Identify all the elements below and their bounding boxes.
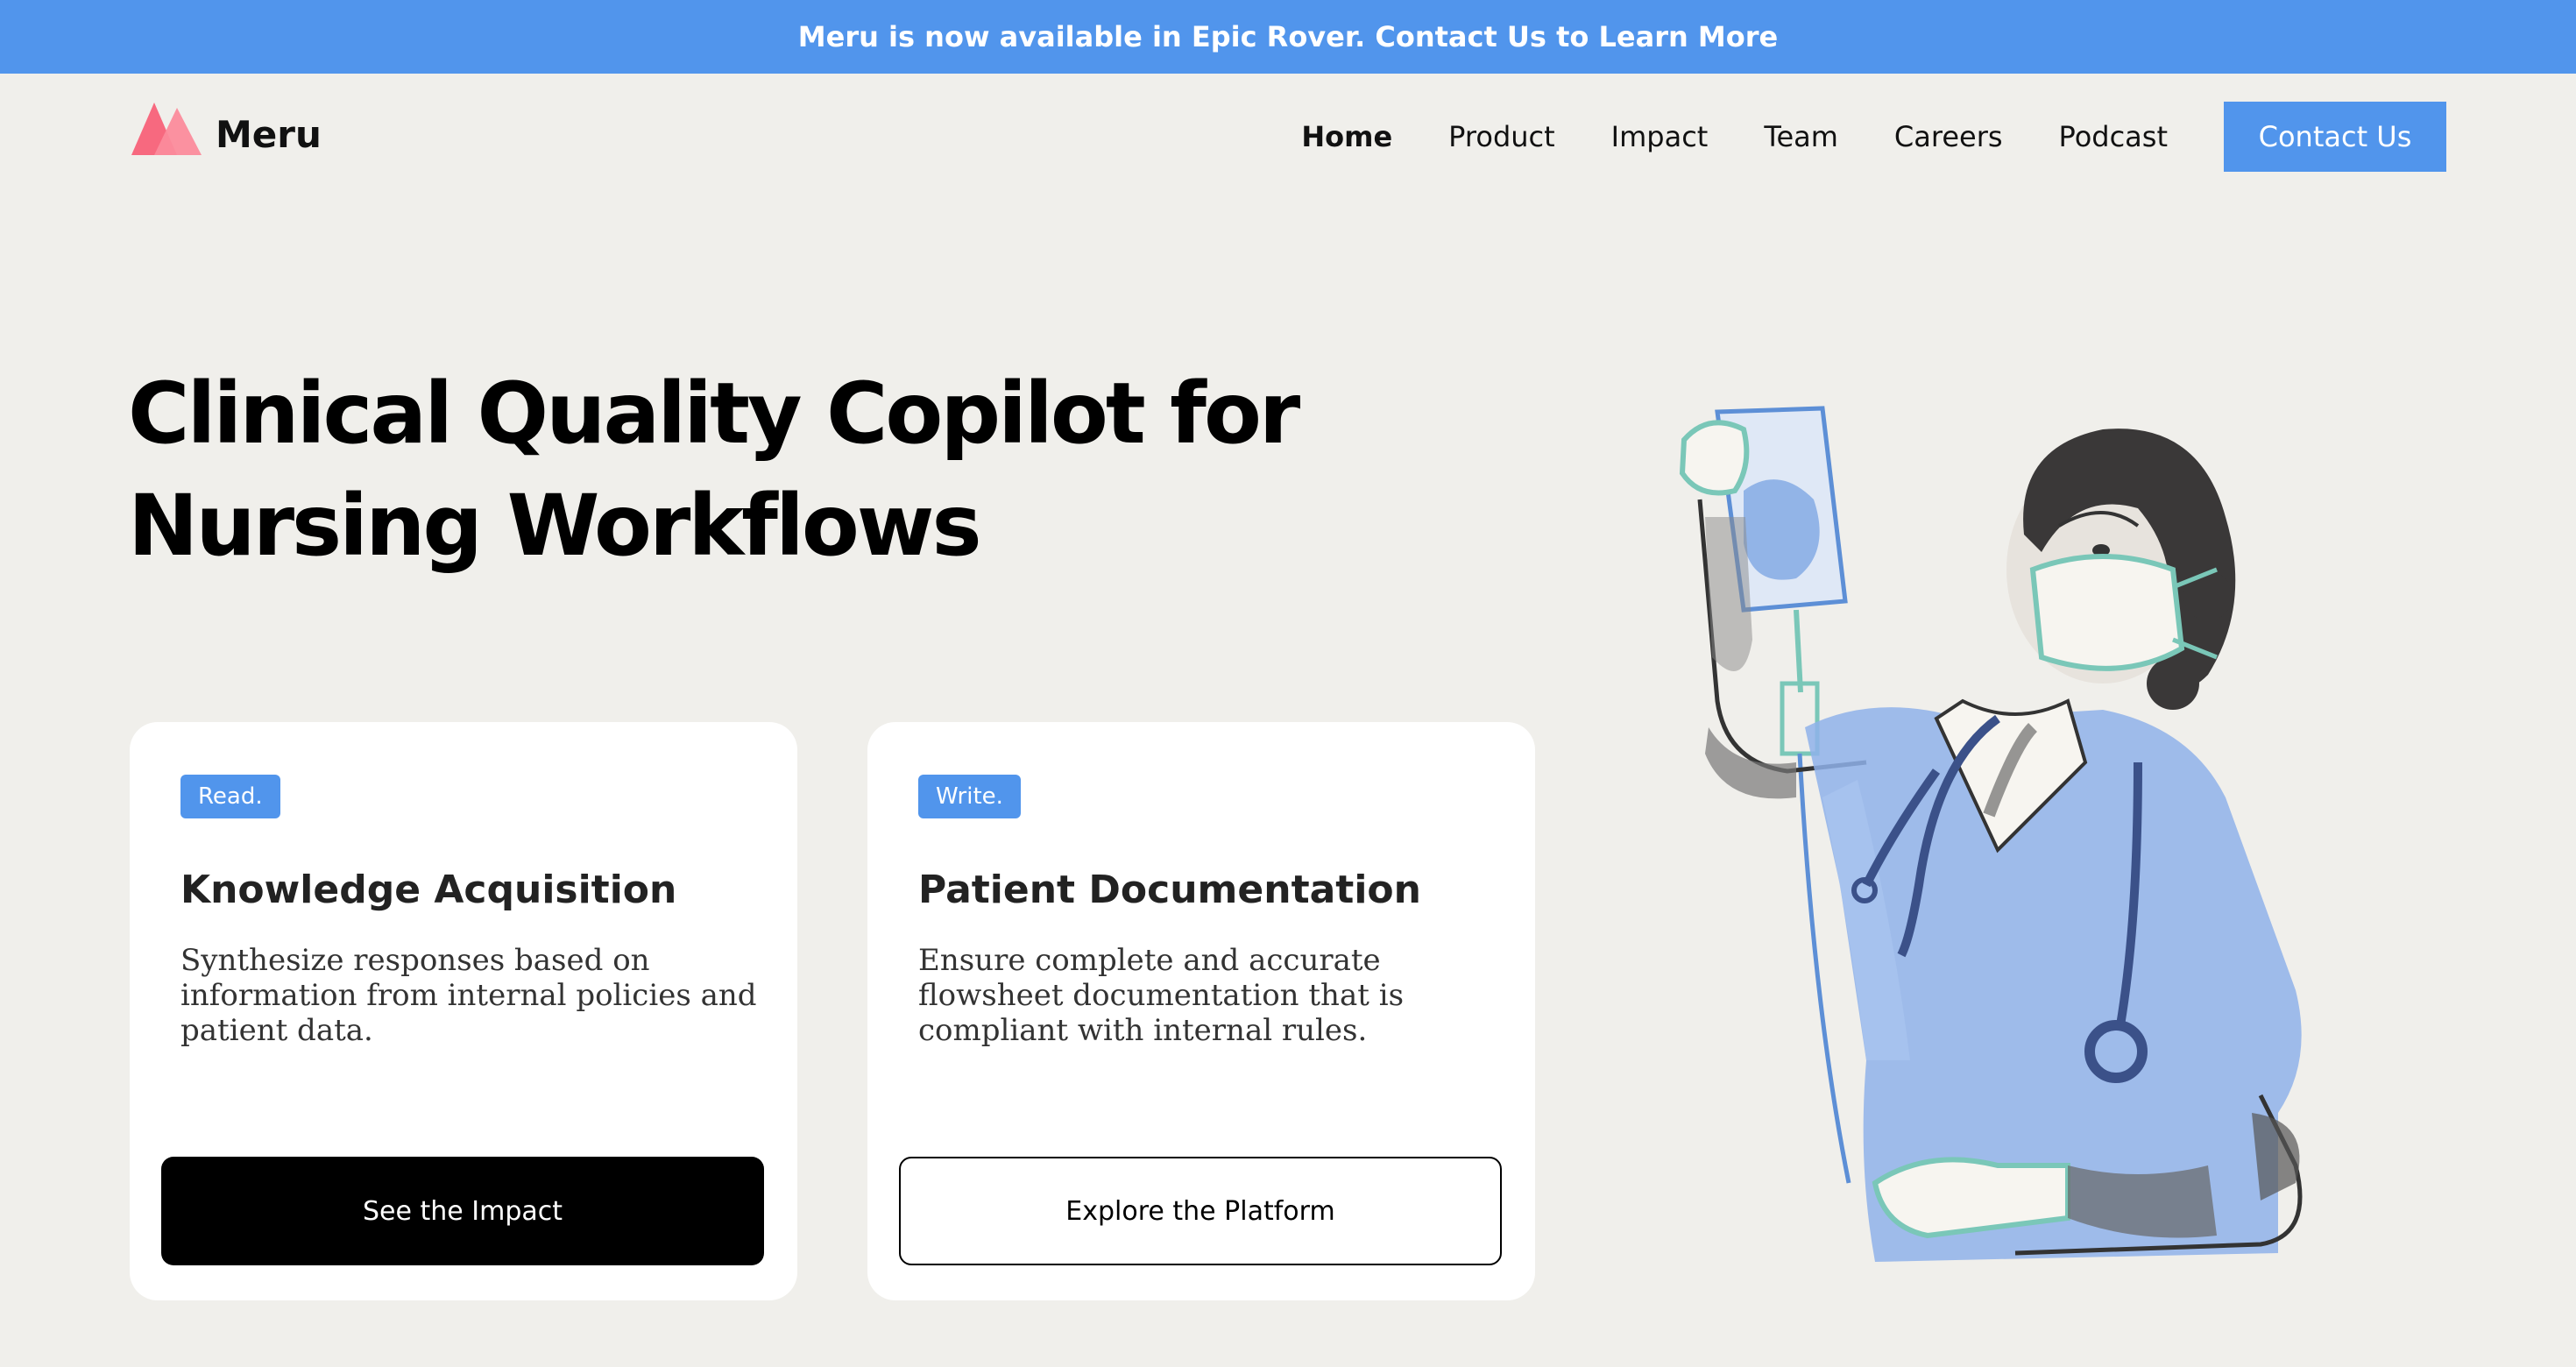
announcement-text[interactable]: Meru is now available in Epic Rover. Con…: [798, 20, 1778, 53]
card-description: Ensure complete and accurate flowsheet d…: [918, 943, 1405, 1048]
feature-card-write: Write. Patient Documentation Ensure comp…: [867, 722, 1535, 1300]
nav-product[interactable]: Product: [1448, 120, 1555, 153]
card-title: Patient Documentation: [918, 868, 1421, 912]
card-description: Synthesize responses based on informatio…: [180, 943, 757, 1048]
main-nav: Home Product Impact Team Careers Podcast…: [1245, 102, 2446, 172]
nav-impact[interactable]: Impact: [1611, 120, 1709, 153]
explore-platform-button[interactable]: Explore the Platform: [899, 1157, 1502, 1265]
feature-card-read: Read. Knowledge Acquisition Synthesize r…: [130, 722, 797, 1300]
brand-logo[interactable]: Meru: [131, 98, 322, 159]
nav-careers[interactable]: Careers: [1894, 120, 2003, 153]
contact-us-button[interactable]: Contact Us: [2224, 102, 2446, 172]
card-tag: Write.: [918, 775, 1021, 818]
nurse-illustration: [1679, 406, 2303, 1262]
nav-home[interactable]: Home: [1301, 120, 1392, 153]
nav-team[interactable]: Team: [1764, 120, 1838, 153]
hero-title: Clinical Quality Copilot for Nursing Wor…: [128, 365, 1300, 575]
nav-podcast[interactable]: Podcast: [2059, 120, 2168, 153]
mountain-logo-icon: [131, 103, 202, 155]
card-tag: Read.: [180, 775, 280, 818]
see-impact-button[interactable]: See the Impact: [161, 1157, 764, 1265]
card-title: Knowledge Acquisition: [180, 868, 677, 912]
brand-name: Meru: [216, 112, 322, 156]
announcement-banner[interactable]: Meru is now available in Epic Rover. Con…: [0, 0, 2576, 74]
